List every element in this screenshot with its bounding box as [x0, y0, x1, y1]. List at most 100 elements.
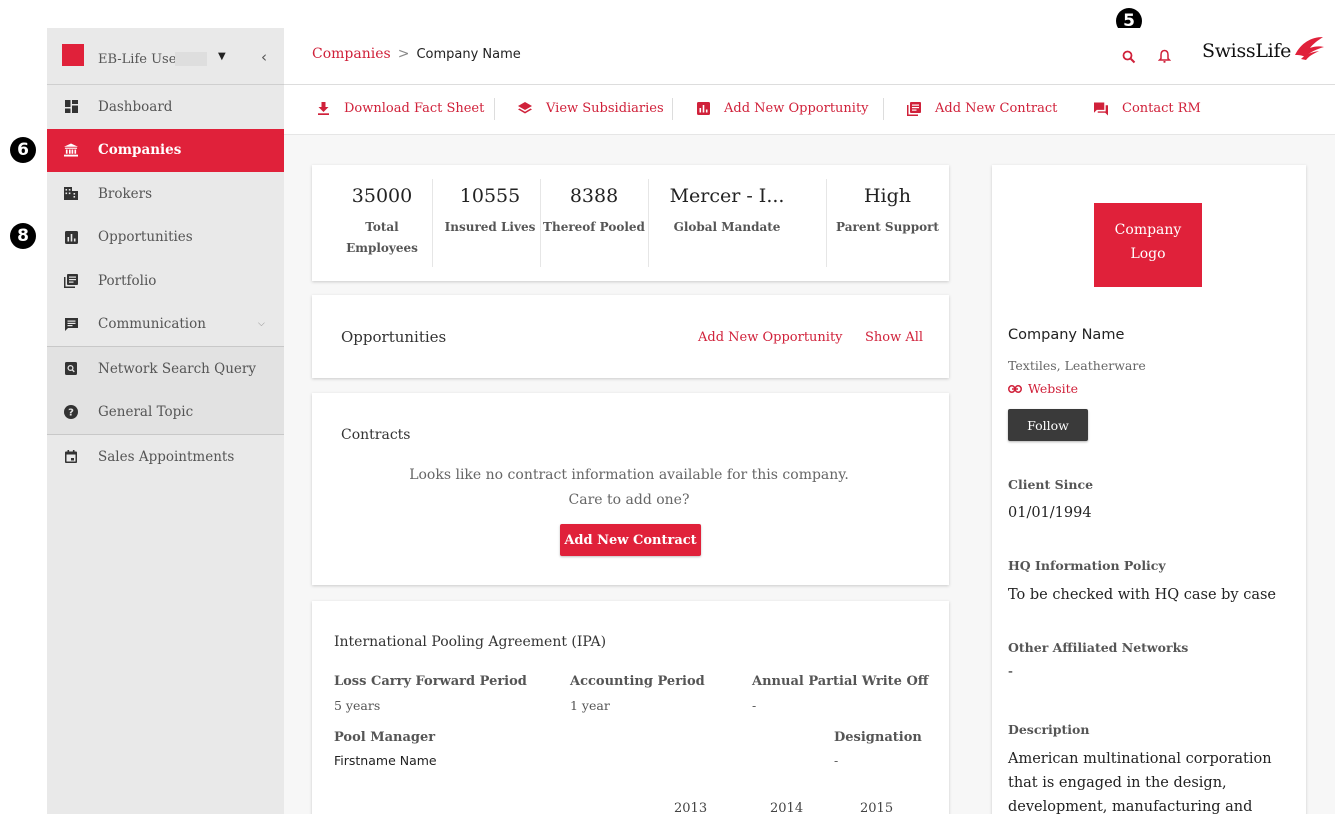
library-icon — [907, 101, 921, 116]
opportunities-card: Opportunities Add New Opportunity Show A… — [312, 295, 949, 378]
library-icon — [64, 273, 78, 288]
download-icon — [316, 102, 330, 116]
ipa-card: International Pooling Agreement (IPA) Lo… — [312, 601, 949, 814]
stat-divider — [432, 179, 433, 267]
sidebar-item-opportunities[interactable]: Opportunities — [47, 216, 284, 260]
action-divider — [494, 98, 495, 120]
description-value: American multinational corporation that … — [1008, 751, 1272, 814]
stat-total-employees: 35000 Total Employees — [336, 165, 428, 281]
top-bar: Companies > Company Name SwissLife — [284, 28, 1335, 85]
action-divider — [883, 98, 884, 120]
sidebar-header: EB-Life User ▼ ‹ — [47, 28, 284, 85]
bar-chart-icon — [696, 102, 710, 116]
breadcrumb-companies-link[interactable]: Companies — [312, 46, 391, 62]
other-affiliated-networks-value: - — [1008, 664, 1013, 680]
main-content: 35000 Total Employees 10555 Insured Lives… — [284, 135, 1335, 814]
sidebar-item-label: Companies — [98, 142, 182, 159]
bank-icon — [64, 143, 78, 157]
bell-icon[interactable] — [1157, 49, 1172, 65]
view-subsidiaries-label: View Subsidiaries — [546, 101, 664, 116]
year-column-header: 2014 — [770, 801, 804, 814]
website-label: Website — [1028, 381, 1079, 396]
contracts-empty-line1: Looks like no contract information avail… — [409, 467, 849, 483]
stat-label: Thereof Pooled — [543, 220, 645, 234]
hq-information-policy-value: To be checked with HQ case by case — [1008, 587, 1277, 603]
user-name-placeholder — [175, 52, 207, 66]
bar-chart-icon — [64, 230, 78, 244]
building-icon — [64, 187, 78, 201]
stat-parent-support: High Parent Support — [826, 165, 949, 281]
stat-label-line1: Total — [365, 220, 399, 234]
search-document-icon — [64, 362, 78, 376]
company-info-panel: Company Logo Company Name Textiles, Leat… — [992, 165, 1306, 814]
sidebar-item-label: Portfolio — [98, 272, 157, 289]
ipa-title: International Pooling Agreement (IPA) — [334, 634, 607, 650]
caret-down-icon[interactable]: ▼ — [218, 51, 226, 62]
loss-carry-forward-label: Loss Carry Forward Period — [334, 674, 527, 689]
description-label: Description — [1008, 722, 1090, 737]
chevron-down-icon[interactable]: ⌵ — [258, 319, 265, 329]
company-logo-line2: Logo — [1130, 246, 1166, 262]
sidebar-item-dashboard[interactable]: Dashboard — [47, 85, 284, 129]
loss-carry-forward-value: 5 years — [334, 698, 381, 713]
sidebar-item-companies[interactable]: Companies — [47, 128, 284, 172]
client-since-label: Client Since — [1008, 477, 1094, 492]
contact-rm-label: Contact RM — [1122, 101, 1201, 116]
download-fact-sheet-button[interactable]: Download Fact Sheet — [316, 101, 484, 116]
stat-label: Total Employees — [336, 217, 428, 259]
chat-icon — [1094, 101, 1108, 116]
company-website-link[interactable]: Website — [1008, 381, 1078, 396]
sidebar-item-brokers[interactable]: Brokers — [47, 172, 284, 216]
add-new-contract-button[interactable]: Add New Contract — [907, 101, 1057, 116]
client-since-value: 01/01/1994 — [1008, 505, 1092, 521]
view-subsidiaries-button[interactable]: View Subsidiaries — [518, 101, 664, 116]
stat-value: 8388 — [569, 185, 619, 207]
collapse-sidebar-icon[interactable]: ‹ — [261, 48, 267, 66]
annual-partial-write-off-value: - — [752, 698, 757, 713]
marker-8: 8 — [10, 223, 36, 249]
stat-label: Insured Lives — [444, 220, 536, 234]
stat-label-line2: Employees — [346, 241, 418, 255]
sidebar-item-general-topic[interactable]: ? General Topic — [47, 391, 284, 435]
sidebar-item-portfolio[interactable]: Portfolio — [47, 259, 284, 303]
search-icon[interactable] — [1122, 49, 1136, 65]
show-all-opportunities-link[interactable]: Show All — [865, 330, 923, 345]
year-column-header: 2013 — [674, 801, 708, 814]
stat-value: 35000 — [351, 185, 413, 207]
stat-thereof-pooled: 8388 Thereof Pooled — [542, 165, 646, 281]
add-new-contract-label: Add New Contract — [935, 101, 1058, 116]
sidebar-item-label: Sales Appointments — [98, 448, 235, 465]
add-new-opportunity-label: Add New Opportunity — [724, 101, 869, 116]
add-new-contract-primary-button[interactable]: Add New Contract — [560, 524, 701, 556]
sidebar-item-communication[interactable]: Communication ⌵ — [47, 303, 284, 347]
action-divider — [672, 98, 673, 120]
designation-label: Designation — [834, 730, 922, 745]
user-name[interactable]: EB-Life User — [98, 52, 183, 67]
sidebar-item-sales-appointments[interactable]: Sales Appointments — [47, 435, 284, 479]
contact-rm-button[interactable]: Contact RM — [1094, 101, 1201, 116]
user-avatar[interactable] — [62, 44, 84, 66]
action-bar: Download Fact Sheet View Subsidiaries Ad… — [284, 85, 1335, 135]
svg-text:?: ? — [68, 408, 74, 419]
stat-insured-lives: 10555 Insured Lives — [440, 165, 540, 281]
accounting-period-label: Accounting Period — [570, 674, 705, 689]
add-new-opportunity-link[interactable]: Add New Opportunity — [698, 330, 843, 345]
follow-button[interactable]: Follow — [1008, 409, 1088, 441]
swisslife-logo[interactable]: SwissLife — [1202, 37, 1325, 62]
breadcrumb: Companies > Company Name — [312, 46, 521, 62]
dashboard-icon — [64, 100, 78, 114]
opportunities-title: Opportunities — [341, 328, 447, 346]
stat-divider — [540, 179, 541, 267]
pool-manager-value: Firstname Name — [334, 753, 437, 768]
calendar-icon — [64, 450, 78, 464]
contracts-card: Contracts Looks like no contract informa… — [312, 393, 949, 585]
stat-label: Global Mandate — [673, 220, 781, 234]
sidebar: EB-Life User ▼ ‹ Dashboard Companies Bro… — [47, 28, 284, 814]
designation-value: - — [834, 753, 839, 768]
sidebar-item-network-search-query[interactable]: Network Search Query — [47, 347, 284, 391]
stat-value: High — [863, 185, 912, 207]
add-new-opportunity-button[interactable]: Add New Opportunity — [696, 101, 869, 116]
company-logo-line1: Company — [1114, 222, 1182, 238]
sidebar-item-label: Opportunities — [98, 229, 193, 246]
stats-card: 35000 Total Employees 10555 Insured Lives… — [312, 165, 949, 281]
